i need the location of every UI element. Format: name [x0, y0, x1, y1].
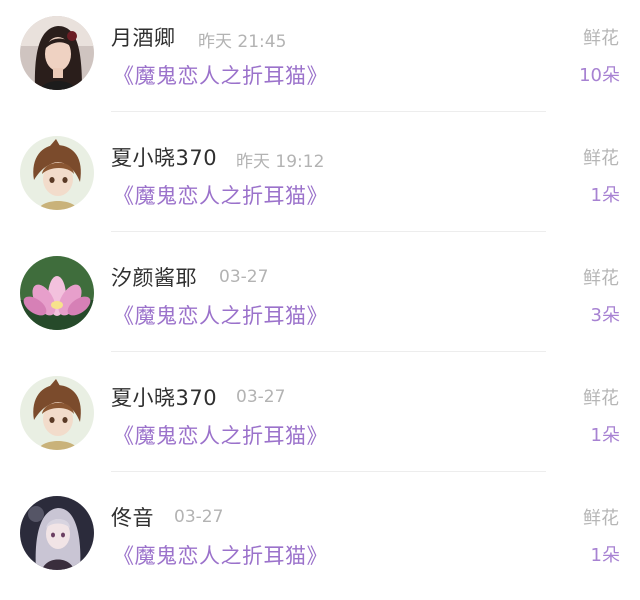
book-title-link[interactable]: 《魔鬼恋人之折耳猫》: [113, 60, 328, 90]
user-name[interactable]: 汐颜酱耶: [111, 262, 197, 292]
divider: [111, 351, 546, 352]
gift-type-label: 鲜花: [583, 28, 619, 49]
avatar[interactable]: [20, 376, 94, 450]
gift-count: 1朵: [590, 425, 620, 446]
gift-type-label: 鲜花: [583, 388, 619, 409]
avatar[interactable]: [20, 16, 94, 90]
gift-type-label: 鲜花: [583, 148, 619, 169]
user-name[interactable]: 佟音: [111, 502, 154, 532]
list-item[interactable]: 夏小晓370 昨天 19:12 鲜花 《魔鬼恋人之折耳猫》 1朵: [0, 120, 640, 240]
gift-count: 3朵: [590, 305, 620, 326]
book-title-link[interactable]: 《魔鬼恋人之折耳猫》: [113, 540, 328, 570]
book-title-link[interactable]: 《魔鬼恋人之折耳猫》: [113, 420, 328, 450]
user-name[interactable]: 月酒卿: [111, 22, 176, 52]
gift-type-label: 鲜花: [583, 508, 619, 529]
book-title-link[interactable]: 《魔鬼恋人之折耳猫》: [113, 180, 328, 210]
user-name[interactable]: 夏小晓370: [111, 382, 217, 412]
timestamp: 03-27: [219, 267, 269, 287]
timestamp: 03-27: [174, 507, 224, 527]
divider: [111, 111, 546, 112]
list-item[interactable]: 夏小晓370 03-27 鲜花 《魔鬼恋人之折耳猫》 1朵: [0, 360, 640, 480]
avatar[interactable]: [20, 256, 94, 330]
user-name[interactable]: 夏小晓370: [111, 142, 217, 172]
divider: [111, 231, 546, 232]
avatar[interactable]: [20, 136, 94, 210]
timestamp: 昨天 19:12: [236, 152, 325, 172]
list-item[interactable]: 月酒卿 昨天 21:45 鲜花 《魔鬼恋人之折耳猫》 10朵: [0, 0, 640, 120]
divider: [111, 471, 546, 472]
gift-count: 10朵: [579, 65, 620, 86]
book-title-link[interactable]: 《魔鬼恋人之折耳猫》: [113, 300, 328, 330]
gift-count: 1朵: [590, 545, 620, 566]
avatar[interactable]: [20, 496, 94, 570]
gift-record-list: 月酒卿 昨天 21:45 鲜花 《魔鬼恋人之折耳猫》 10朵 夏小晓370 昨天…: [0, 0, 640, 598]
timestamp: 03-27: [236, 387, 286, 407]
gift-type-label: 鲜花: [583, 268, 619, 289]
list-item[interactable]: 佟音 03-27 鲜花 《魔鬼恋人之折耳猫》 1朵: [0, 480, 640, 600]
gift-count: 1朵: [590, 185, 620, 206]
timestamp: 昨天 21:45: [198, 32, 287, 52]
list-item[interactable]: 汐颜酱耶 03-27 鲜花 《魔鬼恋人之折耳猫》 3朵: [0, 240, 640, 360]
